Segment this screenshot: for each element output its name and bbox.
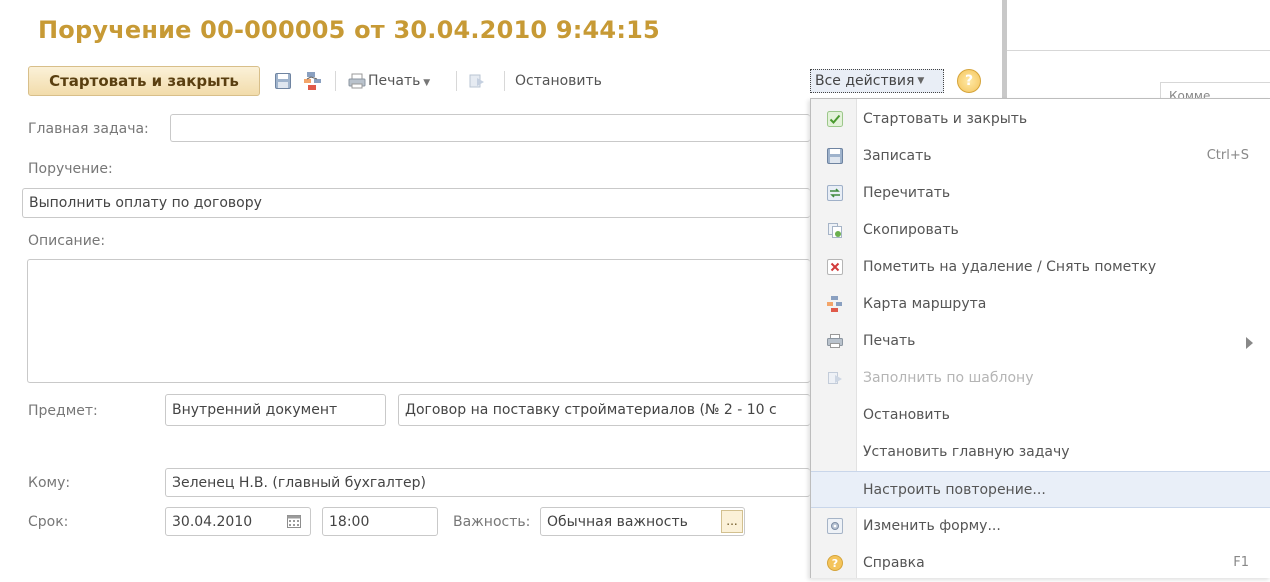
printer-icon — [827, 333, 843, 349]
toolbar-separator — [456, 71, 457, 91]
help-icon: ? — [827, 555, 843, 571]
assignment-input[interactable]: Выполнить оплату по договору — [22, 188, 810, 218]
menu-item-label: Скопировать — [863, 222, 959, 238]
menu-item-print[interactable]: Печать — [811, 323, 1270, 360]
subject-label: Предмет: — [28, 403, 98, 419]
menu-item-label: Пометить на удаление / Снять пометку — [863, 259, 1157, 275]
page-title: Поручение 00-000005 от 30.04.2010 9:44:1… — [38, 16, 660, 44]
chevron-down-icon: ▼ — [420, 78, 431, 88]
deadline-time-field[interactable]: 18:00 — [322, 507, 438, 536]
menu-item-reread[interactable]: Перечитать — [811, 175, 1270, 212]
menu-item-label: Заполнить по шаблону — [863, 370, 1034, 386]
importance-select-button[interactable]: ... — [721, 510, 743, 533]
save-icon — [827, 148, 843, 164]
menu-item-label: Записать — [863, 148, 932, 164]
print-label: Печать — [368, 73, 421, 89]
menu-item-label: Изменить форму... — [863, 518, 1001, 534]
menu-item-label: Остановить — [863, 407, 950, 423]
toolbar-separator — [504, 71, 505, 91]
menu-item-label: Перечитать — [863, 185, 951, 201]
menu-item-label: Настроить повторение... — [863, 482, 1046, 498]
deadline-label: Срок: — [28, 514, 69, 530]
recipient-field[interactable]: Зеленец Н.В. (главный бухгалтер) — [165, 468, 810, 497]
printer-icon[interactable] — [348, 72, 366, 90]
assignment-label: Поручение: — [28, 161, 113, 177]
subject-field[interactable]: Договор на поставку стройматериалов (№ 2… — [398, 394, 810, 426]
toolbar-separator — [335, 71, 336, 91]
menu-item-shortcut: F1 — [1233, 555, 1249, 570]
svg-text:?: ? — [832, 557, 838, 570]
all-actions-button[interactable]: Все действия ▼ — [810, 69, 944, 93]
menu-item-save[interactable]: Записать Ctrl+S — [811, 138, 1270, 175]
importance-value: Обычная важность — [547, 513, 688, 530]
stop-button[interactable]: Остановить — [515, 73, 602, 89]
main-task-label: Главная задача: — [28, 121, 149, 137]
menu-item-label: Стартовать и закрыть — [863, 111, 1028, 127]
importance-label: Важность: — [453, 514, 531, 530]
submenu-arrow-icon — [1246, 337, 1253, 349]
menu-item-stop[interactable]: Остановить — [811, 397, 1270, 434]
all-actions-label: Все действия — [815, 73, 915, 89]
route-map-icon[interactable] — [303, 71, 321, 90]
refresh-icon — [827, 185, 843, 201]
menu-item-shortcut: Ctrl+S — [1206, 148, 1249, 163]
menu-item-label: Установить главную задачу — [863, 444, 1070, 460]
print-menu-button[interactable]: Печать ▼ — [368, 73, 430, 89]
help-icon[interactable]: ? — [957, 69, 981, 93]
template-icon — [827, 370, 843, 386]
right-panel-border — [1007, 50, 1270, 51]
importance-field[interactable]: Обычная важность — [540, 507, 745, 536]
to-label: Кому: — [28, 475, 71, 491]
copy-icon — [827, 222, 843, 238]
chevron-down-icon: ▼ — [917, 76, 925, 86]
start-and-close-button[interactable]: Стартовать и закрыть — [28, 66, 260, 96]
menu-item-change-form[interactable]: Изменить форму... — [811, 508, 1270, 545]
route-map-icon — [827, 296, 843, 312]
menu-item-copy[interactable]: Скопировать — [811, 212, 1270, 249]
subject-type-field[interactable]: Внутренний документ — [165, 394, 386, 426]
menu-item-label: Справка — [863, 555, 925, 571]
menu-item-route-map[interactable]: Карта маршрута — [811, 286, 1270, 323]
menu-item-configure-repeat[interactable]: Настроить повторение... — [811, 471, 1270, 508]
delete-mark-icon — [827, 259, 843, 275]
menu-item-label: Карта маршрута — [863, 296, 987, 312]
template-icon — [468, 72, 486, 90]
menu-item-mark-delete[interactable]: Пометить на удаление / Снять пометку — [811, 249, 1270, 286]
main-task-input[interactable] — [170, 114, 810, 142]
menu-item-help[interactable]: ? Справка F1 — [811, 545, 1270, 582]
calendar-icon[interactable] — [286, 513, 302, 529]
save-icon[interactable] — [274, 72, 292, 90]
deadline-date-value: 30.04.2010 — [172, 513, 253, 530]
all-actions-menu: Стартовать и закрыть Записать Ctrl+S Пер… — [810, 98, 1270, 578]
menu-item-set-main-task[interactable]: Установить главную задачу — [811, 434, 1270, 471]
menu-item-start-and-close[interactable]: Стартовать и закрыть — [811, 101, 1270, 138]
check-icon — [827, 111, 843, 127]
description-label: Описание: — [28, 233, 106, 249]
menu-item-fill-template: Заполнить по шаблону — [811, 360, 1270, 397]
description-textarea[interactable] — [27, 259, 810, 383]
form-settings-icon — [827, 518, 843, 534]
menu-item-label: Печать — [863, 333, 916, 349]
